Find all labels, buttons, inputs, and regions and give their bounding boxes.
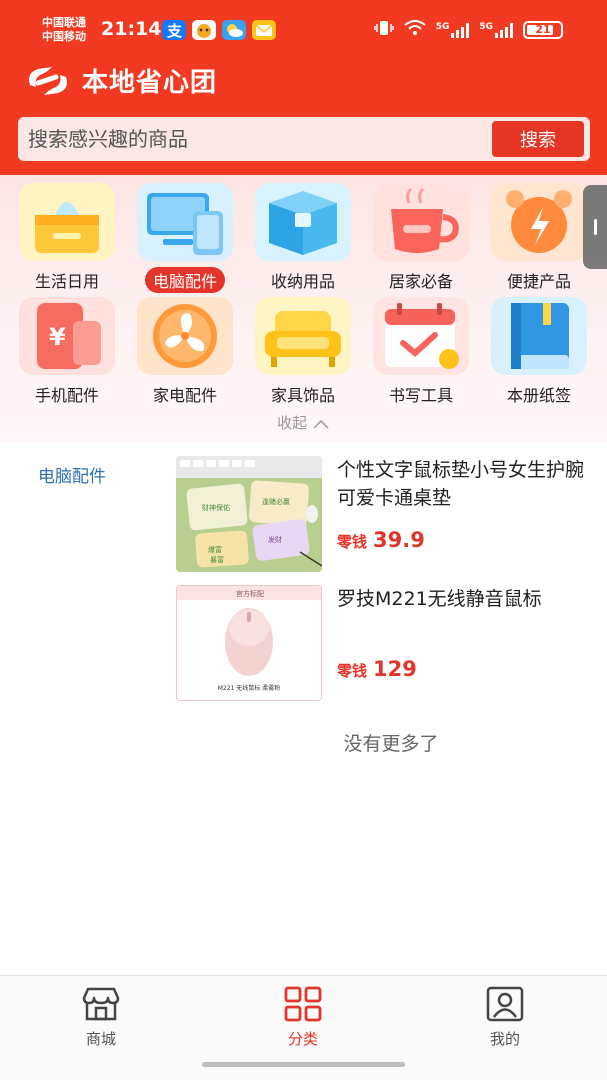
category-label: 便捷产品 <box>506 272 571 291</box>
weather-notification-icon <box>222 20 246 40</box>
status-indicators: 5G 5G 21 <box>373 20 563 39</box>
selected-category-label[interactable]: 电脑配件 <box>38 462 106 487</box>
carrier-1: 中国联通 <box>42 16 86 29</box>
signal-bars-icon <box>495 22 513 38</box>
price-label: 零钱 <box>337 533 368 551</box>
profile-icon <box>486 986 524 1022</box>
product-image-text: 发财 <box>268 535 282 544</box>
tab-label: 分类 <box>287 1030 318 1048</box>
carrier-names: 中国联通 中国移动 <box>42 16 86 44</box>
category-label: 电脑配件 <box>144 267 225 293</box>
pet-app-notification-icon <box>192 20 216 40</box>
notebook-icon <box>491 297 587 375</box>
brand-mark-icon <box>29 66 67 95</box>
tissue-box-icon <box>19 183 115 261</box>
category-label: 生活日用 <box>34 272 99 291</box>
category-label: 家具饰品 <box>270 386 335 405</box>
vibrate-icon <box>373 20 394 39</box>
product-image-text: 爆富 <box>208 545 222 554</box>
signal-bars-icon <box>451 22 470 38</box>
search-button[interactable]: 搜索 <box>492 121 584 157</box>
category-item-computer[interactable]: 电脑配件 <box>126 183 244 293</box>
battery-icon: 21 <box>523 20 563 39</box>
product-image[interactable]: 官方标配 M221 无线鼠标 柔雾粉 <box>176 585 322 701</box>
collapse-label: 收起 <box>277 414 308 432</box>
wifi-icon <box>404 20 426 39</box>
price-label: 零钱 <box>337 662 368 680</box>
sofa-icon <box>255 297 351 375</box>
no-more-text: 没有更多了 <box>343 733 439 755</box>
category-item-home[interactable]: 居家必备 <box>362 183 480 293</box>
product-title[interactable]: 个性文字鼠标垫小号女生护腕可爱卡通桌垫 <box>337 456 599 512</box>
search-input[interactable] <box>28 117 488 161</box>
carrier-2: 中国移动 <box>42 30 86 43</box>
product-card[interactable]: 财神保佑 逢赌必赢 爆富 发财 暴富 个性文字鼠标垫小号女生护腕可爱卡通桌垫 零… <box>176 456 596 574</box>
mail-notification-icon <box>252 20 276 40</box>
fan-icon <box>137 297 233 375</box>
product-image[interactable]: 财神保佑 逢赌必赢 爆富 发财 暴富 <box>176 456 322 572</box>
product-image-text: 财神保佑 <box>202 503 230 512</box>
floating-side-handle[interactable] <box>583 185 607 269</box>
category-item-notebook[interactable]: 本册纸签 <box>480 297 598 407</box>
category-item-daily[interactable]: 生活日用 <box>8 183 126 293</box>
storage-box-icon <box>255 183 351 261</box>
chevron-up-icon <box>312 414 330 432</box>
product-price: 零钱 39.9 <box>337 528 425 552</box>
status-bar: 中国联通 中国移动 21:14 支 5G 5G 21 <box>0 0 607 56</box>
svg-text:支: 支 <box>166 22 183 40</box>
collapse-toggle[interactable]: 收起 <box>0 412 607 433</box>
store-icon <box>82 987 120 1021</box>
category-label: 居家必备 <box>388 272 453 291</box>
network-type-1: 5G <box>435 21 450 32</box>
product-image-text: 暴富 <box>210 555 224 564</box>
category-panel: 生活日用 电脑配件 收纳用品 居家必备 便捷产品 ¥ 手机配件 家电配件 家具饰… <box>0 175 607 443</box>
product-price: 零钱 129 <box>337 657 417 681</box>
home-indicator[interactable] <box>202 1062 405 1067</box>
brand-name: 本地省心团 <box>82 68 218 98</box>
product-card[interactable]: 官方标配 M221 无线鼠标 柔雾粉 罗技M221无线静音鼠标 零钱 129 <box>176 585 596 703</box>
tab-label: 我的 <box>489 1030 520 1048</box>
category-label: 手机配件 <box>34 386 99 405</box>
tab-label: 商城 <box>85 1030 116 1048</box>
category-grid-icon <box>284 986 322 1022</box>
mug-icon <box>373 183 469 261</box>
category-label: 本册纸签 <box>506 386 571 405</box>
tab-store[interactable]: 商城 <box>51 986 151 1049</box>
tab-profile[interactable]: 我的 <box>455 986 555 1049</box>
network-type-2: 5G <box>479 21 493 32</box>
category-item-furniture[interactable]: 家具饰品 <box>244 297 362 407</box>
product-image-text: 逢赌必赢 <box>262 497 290 506</box>
product-image-text: 官方标配 <box>236 589 264 598</box>
price-value: 129 <box>373 657 417 681</box>
svg-text:¥: ¥ <box>49 323 66 351</box>
category-item-convenience[interactable]: 便捷产品 <box>480 183 598 293</box>
category-item-writing[interactable]: 书写工具 <box>362 297 480 407</box>
signal-2: 5G <box>479 22 513 38</box>
app-header: 中国联通 中国移动 21:14 支 5G 5G 21 本地省心团 搜索感兴趣的商… <box>0 0 607 175</box>
tab-category[interactable]: 分类 <box>253 986 353 1049</box>
price-value: 39.9 <box>373 528 425 552</box>
category-item-appliance[interactable]: 家电配件 <box>126 297 244 407</box>
status-time: 21:14 <box>101 18 162 40</box>
calendar-icon <box>373 297 469 375</box>
alarm-clock-icon <box>491 183 587 261</box>
category-item-phone[interactable]: ¥ 手机配件 <box>8 297 126 407</box>
product-title[interactable]: 罗技M221无线静音鼠标 <box>337 585 599 613</box>
search-bar: 搜索 <box>18 117 590 161</box>
product-image-text: M221 无线鼠标 柔雾粉 <box>218 684 280 692</box>
computer-icon <box>137 183 233 261</box>
battery-level: 21 <box>535 23 551 36</box>
alipay-notification-icon: 支 <box>162 20 186 40</box>
phone-icon: ¥ <box>19 297 115 375</box>
category-item-storage[interactable]: 收纳用品 <box>244 183 362 293</box>
brand-logo: 本地省心团 <box>24 62 217 99</box>
category-label: 收纳用品 <box>270 272 335 291</box>
category-label: 书写工具 <box>388 386 453 405</box>
signal-1: 5G <box>436 22 470 38</box>
category-label: 家电配件 <box>152 386 217 405</box>
